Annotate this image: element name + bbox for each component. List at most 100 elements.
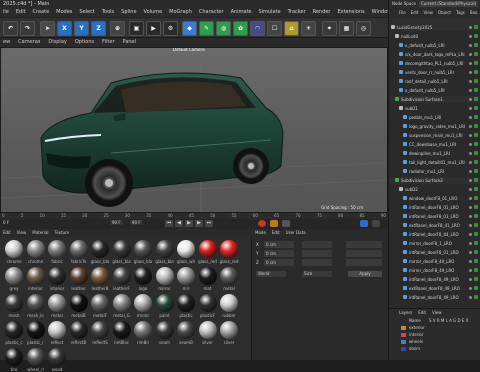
- visibility-dot[interactable]: [469, 251, 472, 254]
- visibility-dot[interactable]: [469, 179, 472, 182]
- object-row[interactable]: intRanel_doorF8_49_LRO: [389, 294, 480, 301]
- enabled-check-icon[interactable]: [474, 151, 478, 155]
- camera-icon[interactable]: ⌂: [284, 21, 299, 36]
- viewport-menu-item[interactable]: Panel: [123, 38, 137, 47]
- end-frame[interactable]: 90 F: [130, 220, 143, 225]
- visibility-dot[interactable]: [469, 215, 472, 218]
- enabled-check-icon[interactable]: [474, 223, 478, 227]
- coord-field[interactable]: 0 cm: [264, 259, 294, 266]
- visibility-dot[interactable]: [469, 98, 472, 101]
- autokey-icon[interactable]: [270, 220, 278, 227]
- object-row[interactable]: extRanel_doorF8_41_LRO: [389, 222, 480, 229]
- material-swatch[interactable]: [177, 321, 195, 339]
- visibility-dot[interactable]: [469, 296, 472, 299]
- material-swatch[interactable]: [112, 267, 131, 285]
- material-swatch[interactable]: [48, 240, 66, 258]
- cube-icon[interactable]: ◆: [182, 21, 197, 36]
- world-dropdown[interactable]: World: [256, 271, 286, 277]
- menu-item[interactable]: MoGraph: [169, 8, 192, 17]
- material-swatch[interactable]: [5, 267, 23, 285]
- visibility-dot[interactable]: [469, 116, 472, 119]
- material-swatch[interactable]: [220, 294, 238, 312]
- coord-field-2[interactable]: [302, 241, 332, 248]
- enabled-check-icon[interactable]: [474, 25, 478, 29]
- menu-item[interactable]: Select: [79, 8, 94, 17]
- material-swatch[interactable]: [112, 240, 131, 258]
- material-swatch[interactable]: [220, 267, 238, 285]
- object-row[interactable]: Subdivision Surface1: [389, 96, 480, 103]
- coord-field-2[interactable]: [302, 250, 332, 257]
- material-swatch[interactable]: [69, 294, 88, 312]
- visibility-dot[interactable]: [469, 197, 472, 200]
- material-swatch[interactable]: [5, 294, 23, 312]
- enabled-check-icon[interactable]: [474, 241, 478, 245]
- object-row[interactable]: Subdivision Surface2: [389, 177, 480, 184]
- material-swatch[interactable]: [134, 240, 152, 258]
- object-row[interactable]: vents_door_rr_nulb5_LRI: [389, 69, 480, 76]
- material-swatch[interactable]: [198, 267, 217, 285]
- viewport-menu-item[interactable]: Options: [75, 38, 94, 47]
- material-swatch[interactable]: [5, 240, 23, 258]
- axis-y-button[interactable]: Y: [74, 21, 89, 36]
- visibility-dot[interactable]: [469, 161, 472, 164]
- menu-item[interactable]: Modes: [56, 8, 72, 17]
- enabled-check-icon[interactable]: [474, 70, 478, 74]
- attribute-menu-item[interactable]: User Data: [286, 229, 306, 237]
- visibility-dot[interactable]: [469, 44, 472, 47]
- layer-color-swatch[interactable]: [401, 340, 406, 344]
- object-row[interactable]: mirror_doorF8_1_LRO: [389, 240, 480, 247]
- material-swatch[interactable]: [69, 321, 88, 339]
- material-swatch[interactable]: [48, 348, 66, 366]
- visibility-dot[interactable]: [469, 224, 472, 227]
- coordinate-icon[interactable]: ⊕: [110, 21, 125, 36]
- menu-item[interactable]: ile: [3, 8, 9, 17]
- snap-icon[interactable]: ⌖: [322, 21, 337, 36]
- object-menu-item[interactable]: Object: [438, 9, 451, 17]
- object-row[interactable]: logo_gravity_sides_mu1_LRI: [389, 123, 480, 130]
- visibility-dot[interactable]: [469, 125, 472, 128]
- layer-row[interactable]: wheels: [389, 339, 480, 345]
- object-row[interactable]: suspension_main_mu1_LRI: [389, 132, 480, 139]
- menu-item[interactable]: Tools: [102, 8, 114, 17]
- enabled-check-icon[interactable]: [474, 214, 478, 218]
- enabled-check-icon[interactable]: [474, 79, 478, 83]
- workplane-icon[interactable]: ▦: [339, 21, 354, 36]
- enabled-check-icon[interactable]: [474, 232, 478, 236]
- object-menu-item[interactable]: View: [423, 9, 433, 17]
- material-menu-item[interactable]: Material: [32, 229, 48, 237]
- material-swatch[interactable]: [177, 240, 195, 258]
- light-icon[interactable]: ☀: [301, 21, 316, 36]
- material-swatch[interactable]: [26, 240, 45, 258]
- material-swatch[interactable]: [112, 294, 131, 312]
- layer-color-swatch[interactable]: [401, 333, 406, 337]
- layer-menu-item[interactable]: Layers: [399, 309, 412, 317]
- viewport-menu-item[interactable]: Display: [48, 38, 66, 47]
- visibility-dot[interactable]: [469, 107, 472, 110]
- visibility-dot[interactable]: [469, 143, 472, 146]
- viewport[interactable]: Default Camera Grid Spacing: 50 cm: [0, 47, 388, 213]
- object-row[interactable]: x_defuslt_nulb5_LRI: [389, 87, 480, 94]
- material-swatch[interactable]: [155, 321, 174, 339]
- visibility-dot[interactable]: [469, 80, 472, 83]
- enabled-check-icon[interactable]: [474, 178, 478, 182]
- material-swatch[interactable]: [134, 267, 152, 285]
- layer-color-swatch[interactable]: [401, 326, 406, 330]
- viewport-menu-item[interactable]: ew: [3, 38, 10, 47]
- axis-x-button[interactable]: X: [57, 21, 72, 36]
- enabled-check-icon[interactable]: [474, 277, 478, 281]
- visibility-dot[interactable]: [469, 89, 472, 92]
- visibility-dot[interactable]: [469, 287, 472, 290]
- material-swatch[interactable]: [220, 321, 238, 339]
- object-row[interactable]: subD1: [389, 105, 480, 112]
- render-region-icon[interactable]: ▣: [129, 21, 144, 36]
- viewport-menu-item[interactable]: Filter: [102, 38, 114, 47]
- visibility-dot[interactable]: [469, 26, 472, 29]
- object-row[interactable]: mirror_doorF8_49_LRO: [389, 267, 480, 274]
- material-menu-item[interactable]: Texture: [55, 229, 70, 237]
- material-swatch[interactable]: [91, 321, 109, 339]
- object-row[interactable]: CC_downbase_mu1_LRI: [389, 141, 480, 148]
- material-swatch[interactable]: [155, 267, 174, 285]
- enabled-check-icon[interactable]: [474, 61, 478, 65]
- layer-row[interactable]: doors: [389, 346, 480, 352]
- subdivision-icon[interactable]: ◍: [216, 21, 231, 36]
